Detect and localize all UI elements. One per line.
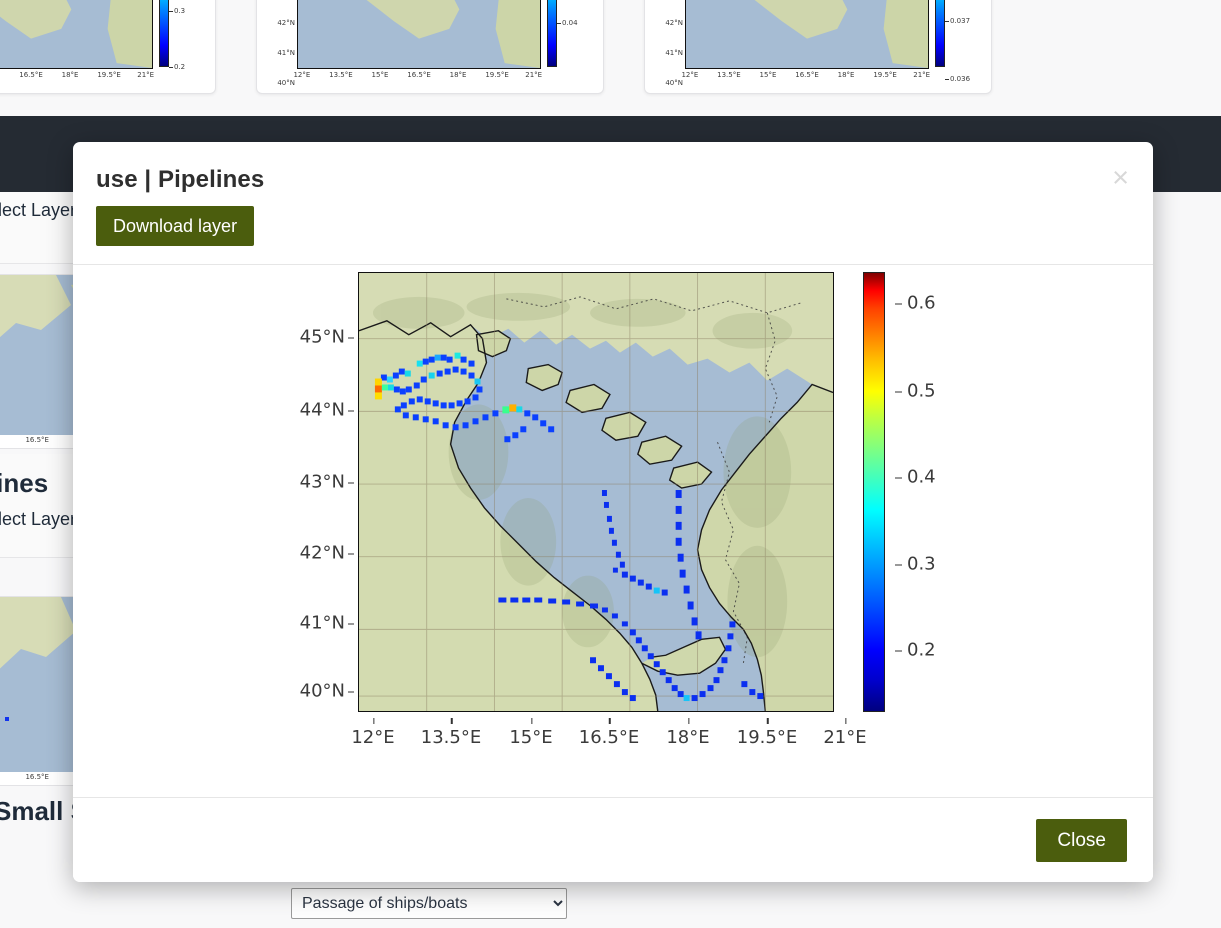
mini-xtick: 15°E — [371, 71, 389, 79]
xtick: 16.5°E — [25, 773, 49, 781]
mini-cbar-tick: 0.036 — [944, 75, 971, 83]
layer-thumbnail-card[interactable]: 42°N 41°N 40°N 1 — [256, 0, 604, 94]
y-tick: 40°N — [299, 680, 355, 702]
mini-cbar-tick: 0.037 — [944, 17, 971, 25]
x-tick: 18°E — [666, 718, 710, 748]
mini-map-svg — [686, 0, 928, 68]
y-tick: 42°N — [299, 542, 355, 564]
mini-ytick: 42°N — [665, 19, 683, 27]
mini-x-axis: 12°E 13.5°E 15°E 16.5°E 18°E 19.5°E 21°E — [681, 69, 931, 83]
modal-body: 45°N 44°N 43°N 42°N 41°N 40°N 12°E 13.5°… — [73, 265, 1153, 797]
colorbar-tick: 0.4 — [895, 466, 936, 488]
mini-colorbar-gradient — [935, 0, 945, 67]
x-tick: 16.5°E — [578, 718, 640, 748]
x-tick: 19.5°E — [736, 718, 798, 748]
colorbar-tick: 0.6 — [895, 292, 936, 314]
mini-xtick: 16.5°E — [19, 71, 43, 79]
mini-xtick: 19.5°E — [873, 71, 897, 79]
close-button[interactable]: Close — [1036, 818, 1127, 862]
layer-thumbnail-card[interactable]: 42°N 41°N 40°N 1 — [0, 0, 216, 94]
mini-colorbar: 0.06 0.04 — [541, 0, 593, 83]
mini-cbar-tick: 0.2 — [168, 63, 186, 71]
mini-xtick: 13.5°E — [717, 71, 741, 79]
x-tick: 21°E — [823, 718, 867, 748]
layer-detail-modal: use | Pipelines Download layer × 45°N 44… — [73, 142, 1153, 882]
map-y-axis: 45°N 44°N 43°N 42°N 41°N 40°N — [73, 265, 358, 795]
mini-ytick: 40°N — [277, 79, 295, 87]
x-tick: 12°E — [351, 718, 395, 748]
mini-figure: 42°N 41°N 40°N 1 — [267, 0, 593, 87]
mini-xtick: 19.5°E — [97, 71, 121, 79]
mini-xtick: 13.5°E — [329, 71, 353, 79]
mini-colorbar-ticks: 0.039 0.038 0.037 0.036 — [944, 0, 981, 83]
mini-figure: 42°N 41°N 40°N 1 — [0, 0, 205, 83]
modal-header: use | Pipelines Download layer × — [73, 142, 1153, 265]
app-background: 42°N 41°N 40°N 1 — [0, 0, 1221, 928]
activity-select[interactable]: Passage of ships/boats — [291, 888, 567, 919]
mini-map-canvas — [0, 0, 153, 69]
mini-colorbar: 0.039 0.038 0.037 0.036 — [929, 0, 981, 83]
mini-figure: 42°N 41°N 40°N 1 — [655, 0, 981, 87]
xtick: 16.5°E — [25, 436, 49, 444]
modal-footer: Close — [73, 797, 1153, 882]
mini-xtick: 21°E — [525, 71, 543, 79]
mini-map-canvas — [297, 0, 541, 69]
mini-x-axis: 12°E 13.5°E 15°E 16.5°E 18°E 19.5°E 21°E — [0, 69, 155, 83]
mini-colorbar-gradient — [547, 0, 557, 67]
x-tick: 13.5°E — [420, 718, 482, 748]
mini-colorbar-gradient — [159, 0, 169, 67]
mini-x-axis: 12°E 13.5°E 15°E 16.5°E 18°E 19.5°E 21°E — [293, 69, 543, 83]
mini-ytick: 40°N — [665, 79, 683, 87]
mini-map-svg — [0, 0, 152, 68]
mini-xtick: 15°E — [759, 71, 777, 79]
mini-map-svg — [298, 0, 540, 68]
y-tick: 45°N — [299, 326, 355, 348]
mini-colorbar-ticks: 0.5 0.4 0.3 0.2 — [168, 0, 205, 71]
y-tick: 43°N — [299, 471, 355, 493]
layer-thumbnail-row: 42°N 41°N 40°N 1 — [0, 0, 1221, 112]
activity-filter-wrap: Passage of ships/boats — [291, 888, 567, 919]
mini-ytick: 42°N — [277, 19, 295, 27]
close-icon[interactable]: × — [1112, 164, 1129, 193]
colorbar-tick: 0.2 — [895, 639, 936, 661]
map-x-axis: 12°E 13.5°E 15°E 16.5°E 18°E 19.5°E 21°E — [351, 714, 867, 754]
map-canvas-svg — [359, 273, 833, 711]
mini-ytick: 41°N — [665, 49, 683, 57]
colorbar-tick: 0.3 — [895, 553, 936, 575]
y-tick: 41°N — [299, 612, 355, 634]
mini-xtick: 16.5°E — [795, 71, 819, 79]
layer-map-figure: 45°N 44°N 43°N 42°N 41°N 40°N 12°E 13.5°… — [73, 265, 1153, 795]
mini-ytick: 41°N — [277, 49, 295, 57]
mini-colorbar: 0.5 0.4 0.3 0.2 — [153, 0, 205, 83]
colorbar-gradient — [863, 272, 885, 712]
x-tick: 15°E — [509, 718, 553, 748]
mini-colorbar-ticks: 0.06 0.04 — [557, 0, 593, 67]
modal-title: use | Pipelines — [96, 166, 265, 193]
colorbar-tick: 0.5 — [895, 380, 936, 402]
mini-xtick: 12°E — [681, 71, 699, 79]
colorbar-ticks: 0.6 0.5 0.4 0.3 0.2 — [885, 272, 995, 712]
layer-thumbnail-card[interactable]: 42°N 41°N 40°N 1 — [644, 0, 992, 94]
mini-xtick: 21°E — [137, 71, 155, 79]
mini-xtick: 21°E — [913, 71, 931, 79]
map-plot-area[interactable] — [358, 272, 834, 712]
mini-xtick: 18°E — [837, 71, 855, 79]
mini-xtick: 12°E — [293, 71, 311, 79]
mini-cbar-tick: 0.04 — [557, 19, 578, 27]
mini-xtick: 18°E — [449, 71, 467, 79]
y-tick: 44°N — [299, 399, 355, 421]
mini-map-canvas — [685, 0, 929, 69]
download-layer-button[interactable]: Download layer — [96, 206, 255, 246]
mini-cbar-tick: 0.3 — [168, 7, 186, 15]
mini-xtick: 19.5°E — [485, 71, 509, 79]
mini-xtick: 18°E — [61, 71, 79, 79]
mini-xtick: 16.5°E — [407, 71, 431, 79]
